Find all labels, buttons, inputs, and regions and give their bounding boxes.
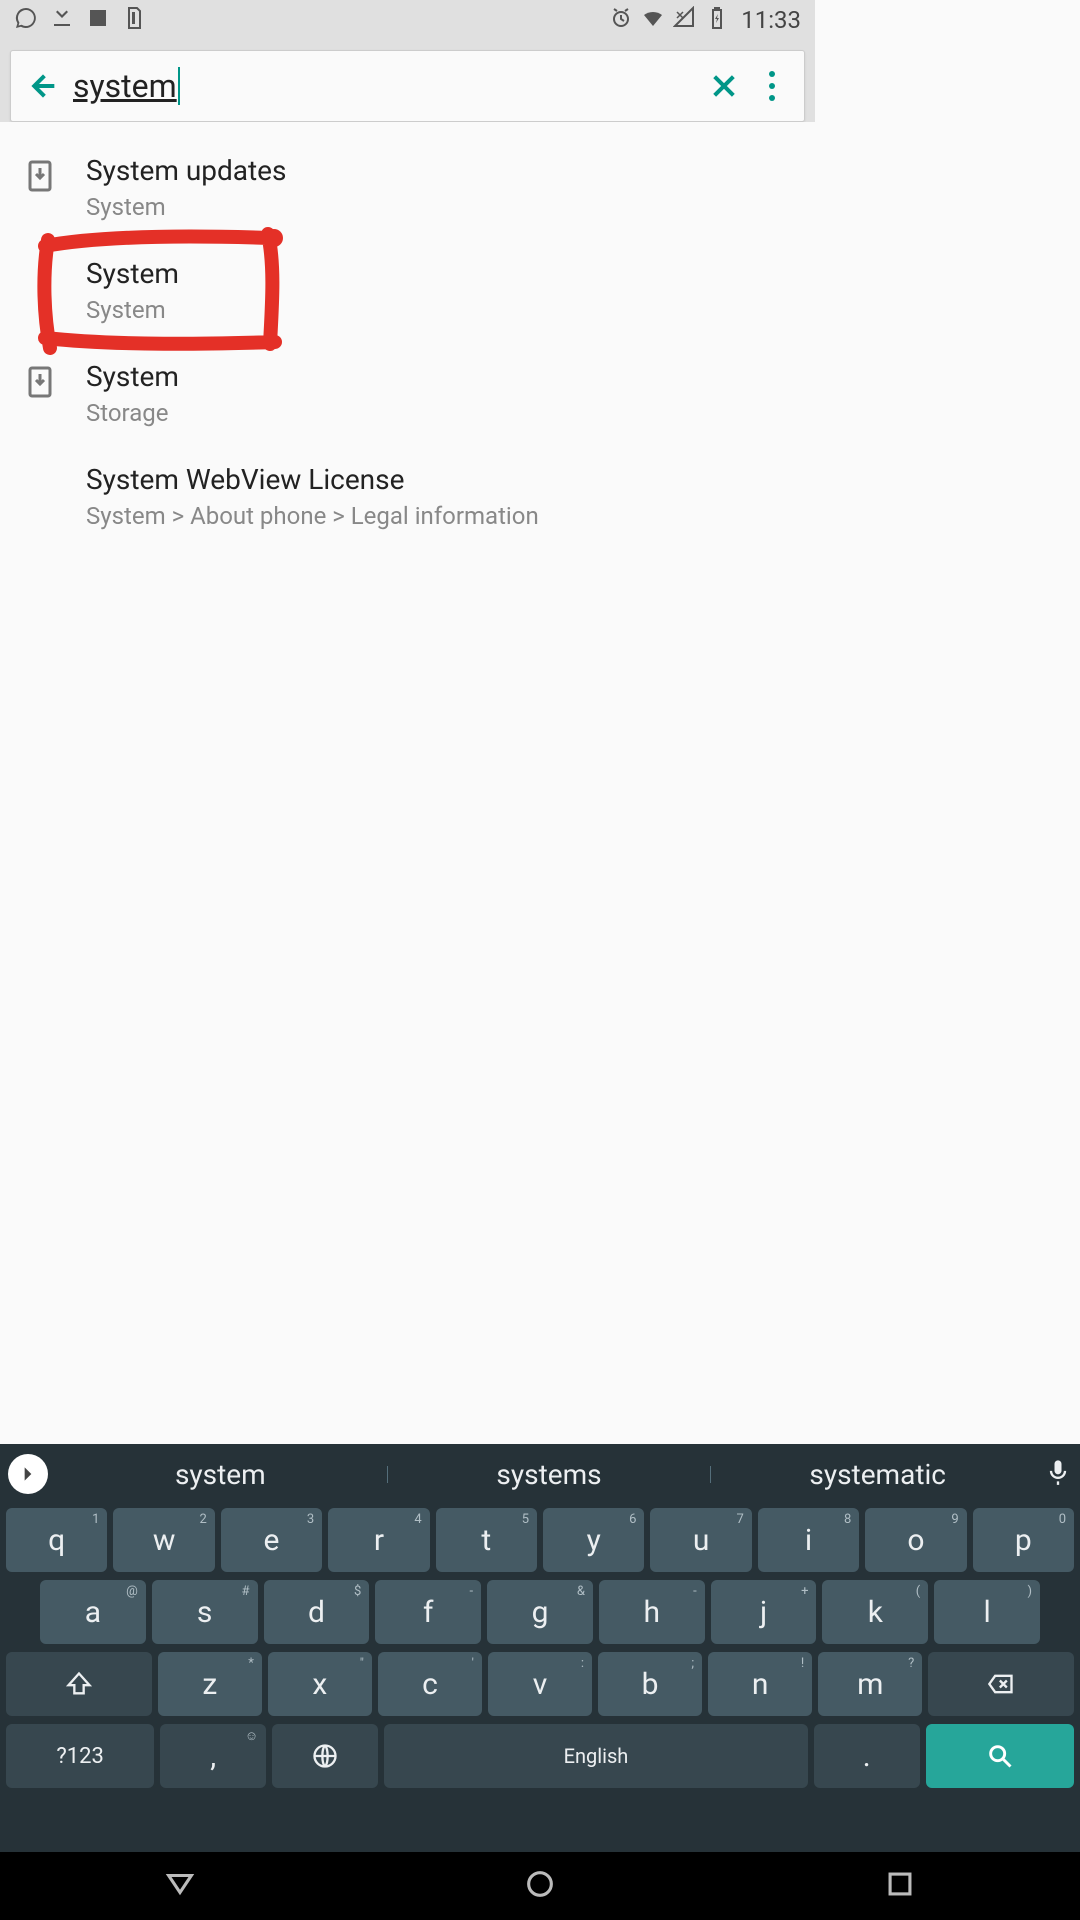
symbols-key[interactable]: ?123 [6,1724,154,1788]
search-input-value: system [73,67,180,105]
suggestion-bar: system systems systematic [0,1444,1080,1504]
result-item[interactable]: System System [0,239,815,342]
key-f[interactable]: -f [375,1580,481,1644]
key-e[interactable]: 3e [221,1508,322,1572]
navigation-bar [0,1852,1080,1920]
alarm-icon [609,6,633,34]
language-key[interactable] [272,1724,378,1788]
key-h[interactable]: -h [599,1580,705,1644]
key-v[interactable]: :v [488,1652,592,1716]
dot-icon [769,95,775,101]
key-y[interactable]: 6y [543,1508,644,1572]
dot-icon [769,71,775,77]
sim-alert-icon [122,6,146,34]
result-title: System updates [86,154,286,187]
circle-icon [523,1867,557,1901]
more-button[interactable] [748,62,796,110]
result-sub: System > About phone > Legal information [86,502,539,530]
backspace-key[interactable] [928,1652,1074,1716]
key-u[interactable]: 7u [650,1508,751,1572]
suggestion-word[interactable]: system [58,1458,383,1491]
nav-back-button[interactable] [163,1867,197,1905]
result-sub: Storage [86,399,179,427]
status-time: 11:33 [741,6,801,34]
battery-icon [705,6,729,34]
key-b[interactable]: ;b [598,1652,702,1716]
key-row-1: 1q2w3e4r5t6y7u8i9o0p [0,1504,1080,1576]
nav-home-button[interactable] [523,1867,557,1905]
key-row-2: @a#s$d-f&g-h+j(k)l [0,1576,1080,1648]
key-n[interactable]: !n [708,1652,812,1716]
key-w[interactable]: 2w [113,1508,214,1572]
space-key[interactable]: English [384,1724,808,1788]
key-j[interactable]: +j [711,1580,817,1644]
result-sub: System [86,296,179,324]
missed-call-icon [50,6,74,34]
key-l[interactable]: )l [934,1580,1040,1644]
key-m[interactable]: ?m [818,1652,922,1716]
search-icon [986,1742,1014,1770]
key-i[interactable]: 8i [758,1508,859,1572]
key-q[interactable]: 1q [6,1508,107,1572]
key-r[interactable]: 4r [328,1508,429,1572]
status-bar: 11:33 [0,0,815,40]
results-list: System updates System System System System… [0,122,815,548]
search-input[interactable]: system [73,67,700,105]
key-row-3: *z"x'c:v;b!n?m [0,1648,1080,1720]
result-title: System WebView License [86,463,539,496]
key-c[interactable]: 'c [378,1652,482,1716]
wifi-icon [641,6,665,34]
key-a[interactable]: @a [40,1580,146,1644]
empty-icon [20,257,60,263]
signal-icon [673,6,697,34]
key-t[interactable]: 5t [436,1508,537,1572]
key-row-4: ?123 ☺, English . [0,1720,1080,1792]
mic-icon [1044,1458,1072,1486]
key-g[interactable]: &g [487,1580,593,1644]
result-title: System [86,360,179,393]
key-z[interactable]: *z [158,1652,262,1716]
status-right: 11:33 [609,6,801,34]
dot-icon [769,83,775,89]
chevron-right-icon [18,1464,38,1484]
download-icon [20,360,60,398]
keyboard: system systems systematic 1q2w3e4r5t6y7u… [0,1444,1080,1852]
voice-input-button[interactable] [1044,1458,1072,1490]
search-bar-container: system [0,40,815,122]
backspace-icon [987,1670,1015,1698]
close-icon [708,70,740,102]
key-x[interactable]: "x [268,1652,372,1716]
search-key[interactable] [926,1724,1074,1788]
result-item[interactable]: System Storage [0,342,815,445]
search-bar: system [10,50,805,122]
status-left [14,6,146,34]
result-sub: System [86,193,286,221]
key-p[interactable]: 0p [973,1508,1074,1572]
expand-suggestions-button[interactable] [8,1454,48,1494]
key-d[interactable]: $d [264,1580,370,1644]
download-icon [20,154,60,192]
clear-button[interactable] [700,62,748,110]
nav-recent-button[interactable] [883,1867,917,1905]
suggestion-word[interactable]: systems [387,1458,712,1491]
picture-icon [86,6,110,34]
triangle-down-icon [163,1867,197,1901]
empty-icon [20,463,60,469]
shift-icon [65,1670,93,1698]
shift-key[interactable] [6,1652,152,1716]
result-item[interactable]: System WebView License System > About pho… [0,445,815,548]
arrow-left-icon [27,70,59,102]
key-o[interactable]: 9o [865,1508,966,1572]
comma-key[interactable]: ☺, [160,1724,266,1788]
key-s[interactable]: #s [152,1580,258,1644]
period-key[interactable]: . [814,1724,920,1788]
square-icon [883,1867,917,1901]
result-item[interactable]: System updates System [0,136,815,239]
globe-icon [311,1742,339,1770]
back-button[interactable] [19,62,67,110]
whatsapp-icon [14,6,38,34]
suggestion-word[interactable]: systematic [715,1458,1040,1491]
result-title: System [86,257,179,290]
key-k[interactable]: (k [822,1580,928,1644]
